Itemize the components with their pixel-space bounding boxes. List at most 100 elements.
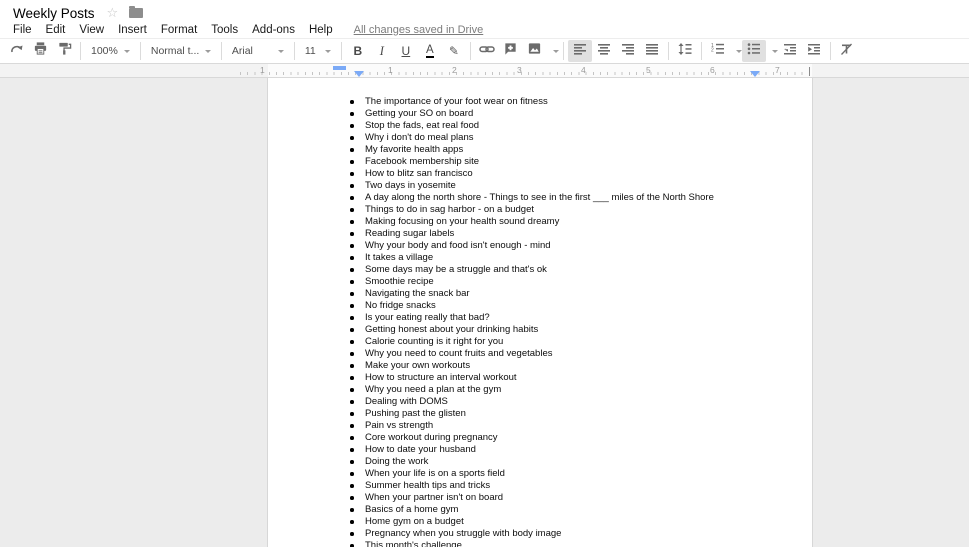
insert-comment-button[interactable] — [499, 40, 523, 62]
menu-item[interactable]: Format — [154, 24, 204, 36]
font-select[interactable]: Arial — [226, 40, 290, 62]
underline-button[interactable]: U — [394, 40, 418, 62]
paint-format-button[interactable] — [52, 40, 76, 62]
list-item[interactable]: Reading sugar labels — [348, 228, 812, 240]
highlight-color-button[interactable]: ✎ — [442, 40, 466, 62]
comment-icon — [503, 41, 518, 61]
decrease-indent-button[interactable] — [778, 40, 802, 62]
ruler-number: 7 — [775, 65, 780, 75]
font-size-select[interactable]: 11 — [299, 40, 337, 62]
list-item[interactable]: Calorie counting is it right for you — [348, 336, 812, 348]
align-left-button[interactable] — [567, 40, 592, 62]
menu-item[interactable]: View — [72, 24, 111, 36]
list-item[interactable]: No fridge snacks — [348, 300, 812, 312]
list-item[interactable]: Why you need a plan at the gym — [348, 384, 812, 396]
list-item[interactable]: The importance of your foot wear on fitn… — [348, 96, 812, 108]
ruler-ticks — [240, 72, 810, 75]
list-item[interactable]: A day along the north shore - Things to … — [348, 192, 812, 204]
menu-item[interactable]: Tools — [204, 24, 245, 36]
list-item[interactable]: Stop the fads, eat real food — [348, 120, 812, 132]
menu-item[interactable]: Help — [302, 24, 340, 36]
bold-button[interactable]: B — [346, 40, 370, 62]
bulleted-list-button[interactable] — [741, 40, 766, 62]
list-item[interactable]: My favorite health apps — [348, 144, 812, 156]
left-indent-marker[interactable] — [354, 71, 364, 77]
list-item[interactable]: Why your body and food isn't enough - mi… — [348, 240, 812, 252]
styles-select[interactable]: Normal t... — [145, 40, 217, 62]
chevron-down-icon[interactable] — [735, 49, 742, 53]
list-item[interactable]: Pregnancy when you struggle with body im… — [348, 528, 812, 540]
menu-item[interactable]: Add-ons — [245, 24, 302, 36]
list-item[interactable]: Why you need to count fruits and vegetab… — [348, 348, 812, 360]
list-item[interactable]: Basics of a home gym — [348, 504, 812, 516]
star-icon[interactable]: ☆ — [107, 5, 119, 21]
menu-item[interactable]: File — [6, 24, 39, 36]
list-item[interactable]: Smoothie recipe — [348, 276, 812, 288]
toolbar-separator — [829, 42, 831, 60]
list-item[interactable]: When your partner isn't on board — [348, 492, 812, 504]
list-item[interactable]: Summer health tips and tricks — [348, 480, 812, 492]
list-item[interactable]: Facebook membership site — [348, 156, 812, 168]
increase-indent-icon — [807, 42, 821, 60]
list-item[interactable]: Two days in yosemite — [348, 180, 812, 192]
document-page[interactable]: The importance of your foot wear on fitn… — [268, 78, 812, 547]
list-item[interactable]: Getting honest about your drinking habit… — [348, 324, 812, 336]
list-item[interactable]: When your life is on a sports field — [348, 468, 812, 480]
print-button[interactable] — [28, 40, 52, 62]
menu-bar: File Edit View Insert Format Tools Add-ons Help… — [0, 21, 969, 38]
folder-icon[interactable] — [129, 6, 144, 18]
list-item[interactable]: Navigating the snack bar — [348, 288, 812, 300]
list-item[interactable]: Make your own workouts — [348, 360, 812, 372]
insert-link-button[interactable] — [475, 40, 499, 62]
toolbar-separator — [469, 42, 471, 60]
align-center-button[interactable] — [592, 40, 616, 62]
insert-image-button[interactable] — [523, 40, 547, 62]
chevron-down-icon[interactable] — [771, 49, 778, 53]
list-item[interactable]: How to date your husband — [348, 444, 812, 456]
bold-icon: B — [353, 44, 363, 58]
first-line-indent-marker[interactable] — [333, 66, 346, 70]
line-spacing-button[interactable] — [673, 40, 697, 62]
italic-button[interactable]: I — [370, 40, 394, 62]
justify-button[interactable] — [640, 40, 664, 62]
list-item[interactable]: It takes a village — [348, 252, 812, 264]
line-spacing-icon — [677, 42, 692, 61]
zoom-select[interactable]: 100% — [85, 40, 136, 62]
list-item[interactable]: Things to do in sag harbor - on a budget — [348, 204, 812, 216]
save-status-link[interactable]: All changes saved in Drive — [354, 24, 484, 36]
numbered-list-icon: 12 — [710, 42, 725, 60]
list-item[interactable]: This month's challenge — [348, 540, 812, 547]
list-item[interactable]: Making focusing on your health sound dre… — [348, 216, 812, 228]
redo-button[interactable] — [4, 40, 28, 62]
document-title[interactable]: Weekly Posts — [13, 6, 95, 21]
menu-item[interactable]: Edit — [39, 24, 73, 36]
list-item[interactable]: Pain vs strength — [348, 420, 812, 432]
list-item[interactable]: Is your eating really that bad? — [348, 312, 812, 324]
list-item[interactable]: Pushing past the glisten — [348, 408, 812, 420]
list-item[interactable]: Dealing with DOMS — [348, 396, 812, 408]
ruler[interactable]: 1 1 2 3 4 5 6 7 — [0, 64, 969, 78]
chevron-down-icon[interactable] — [552, 49, 559, 53]
list-item[interactable]: Some days may be a struggle and that's o… — [348, 264, 812, 276]
toolbar-separator — [562, 42, 564, 60]
numbered-list-button[interactable]: 12 — [706, 40, 730, 62]
ruler-page-area — [268, 64, 812, 77]
list-item[interactable]: Getting your SO on board — [348, 108, 812, 120]
right-indent-marker[interactable] — [750, 71, 760, 77]
list-item[interactable]: How to structure an interval workout — [348, 372, 812, 384]
list-item[interactable]: Core workout during pregnancy — [348, 432, 812, 444]
list-item[interactable]: Why i don't do meal plans — [348, 132, 812, 144]
align-right-button[interactable] — [616, 40, 640, 62]
bullet-list: The importance of your foot wear on fitn… — [268, 78, 812, 547]
list-item[interactable]: How to blitz san francisco — [348, 168, 812, 180]
increase-indent-button[interactable] — [802, 40, 826, 62]
list-item[interactable]: Doing the work — [348, 456, 812, 468]
list-item[interactable]: Home gym on a budget — [348, 516, 812, 528]
menu-item[interactable]: Insert — [111, 24, 154, 36]
text-color-button[interactable]: A — [418, 40, 442, 62]
zoom-value: 100% — [91, 45, 118, 57]
justify-icon — [645, 42, 659, 60]
clear-formatting-button[interactable] — [835, 40, 859, 62]
toolbar: 100% Normal t... Arial 11 B I U A ✎ 1 2 — [0, 38, 969, 64]
svg-text:2: 2 — [711, 48, 714, 54]
